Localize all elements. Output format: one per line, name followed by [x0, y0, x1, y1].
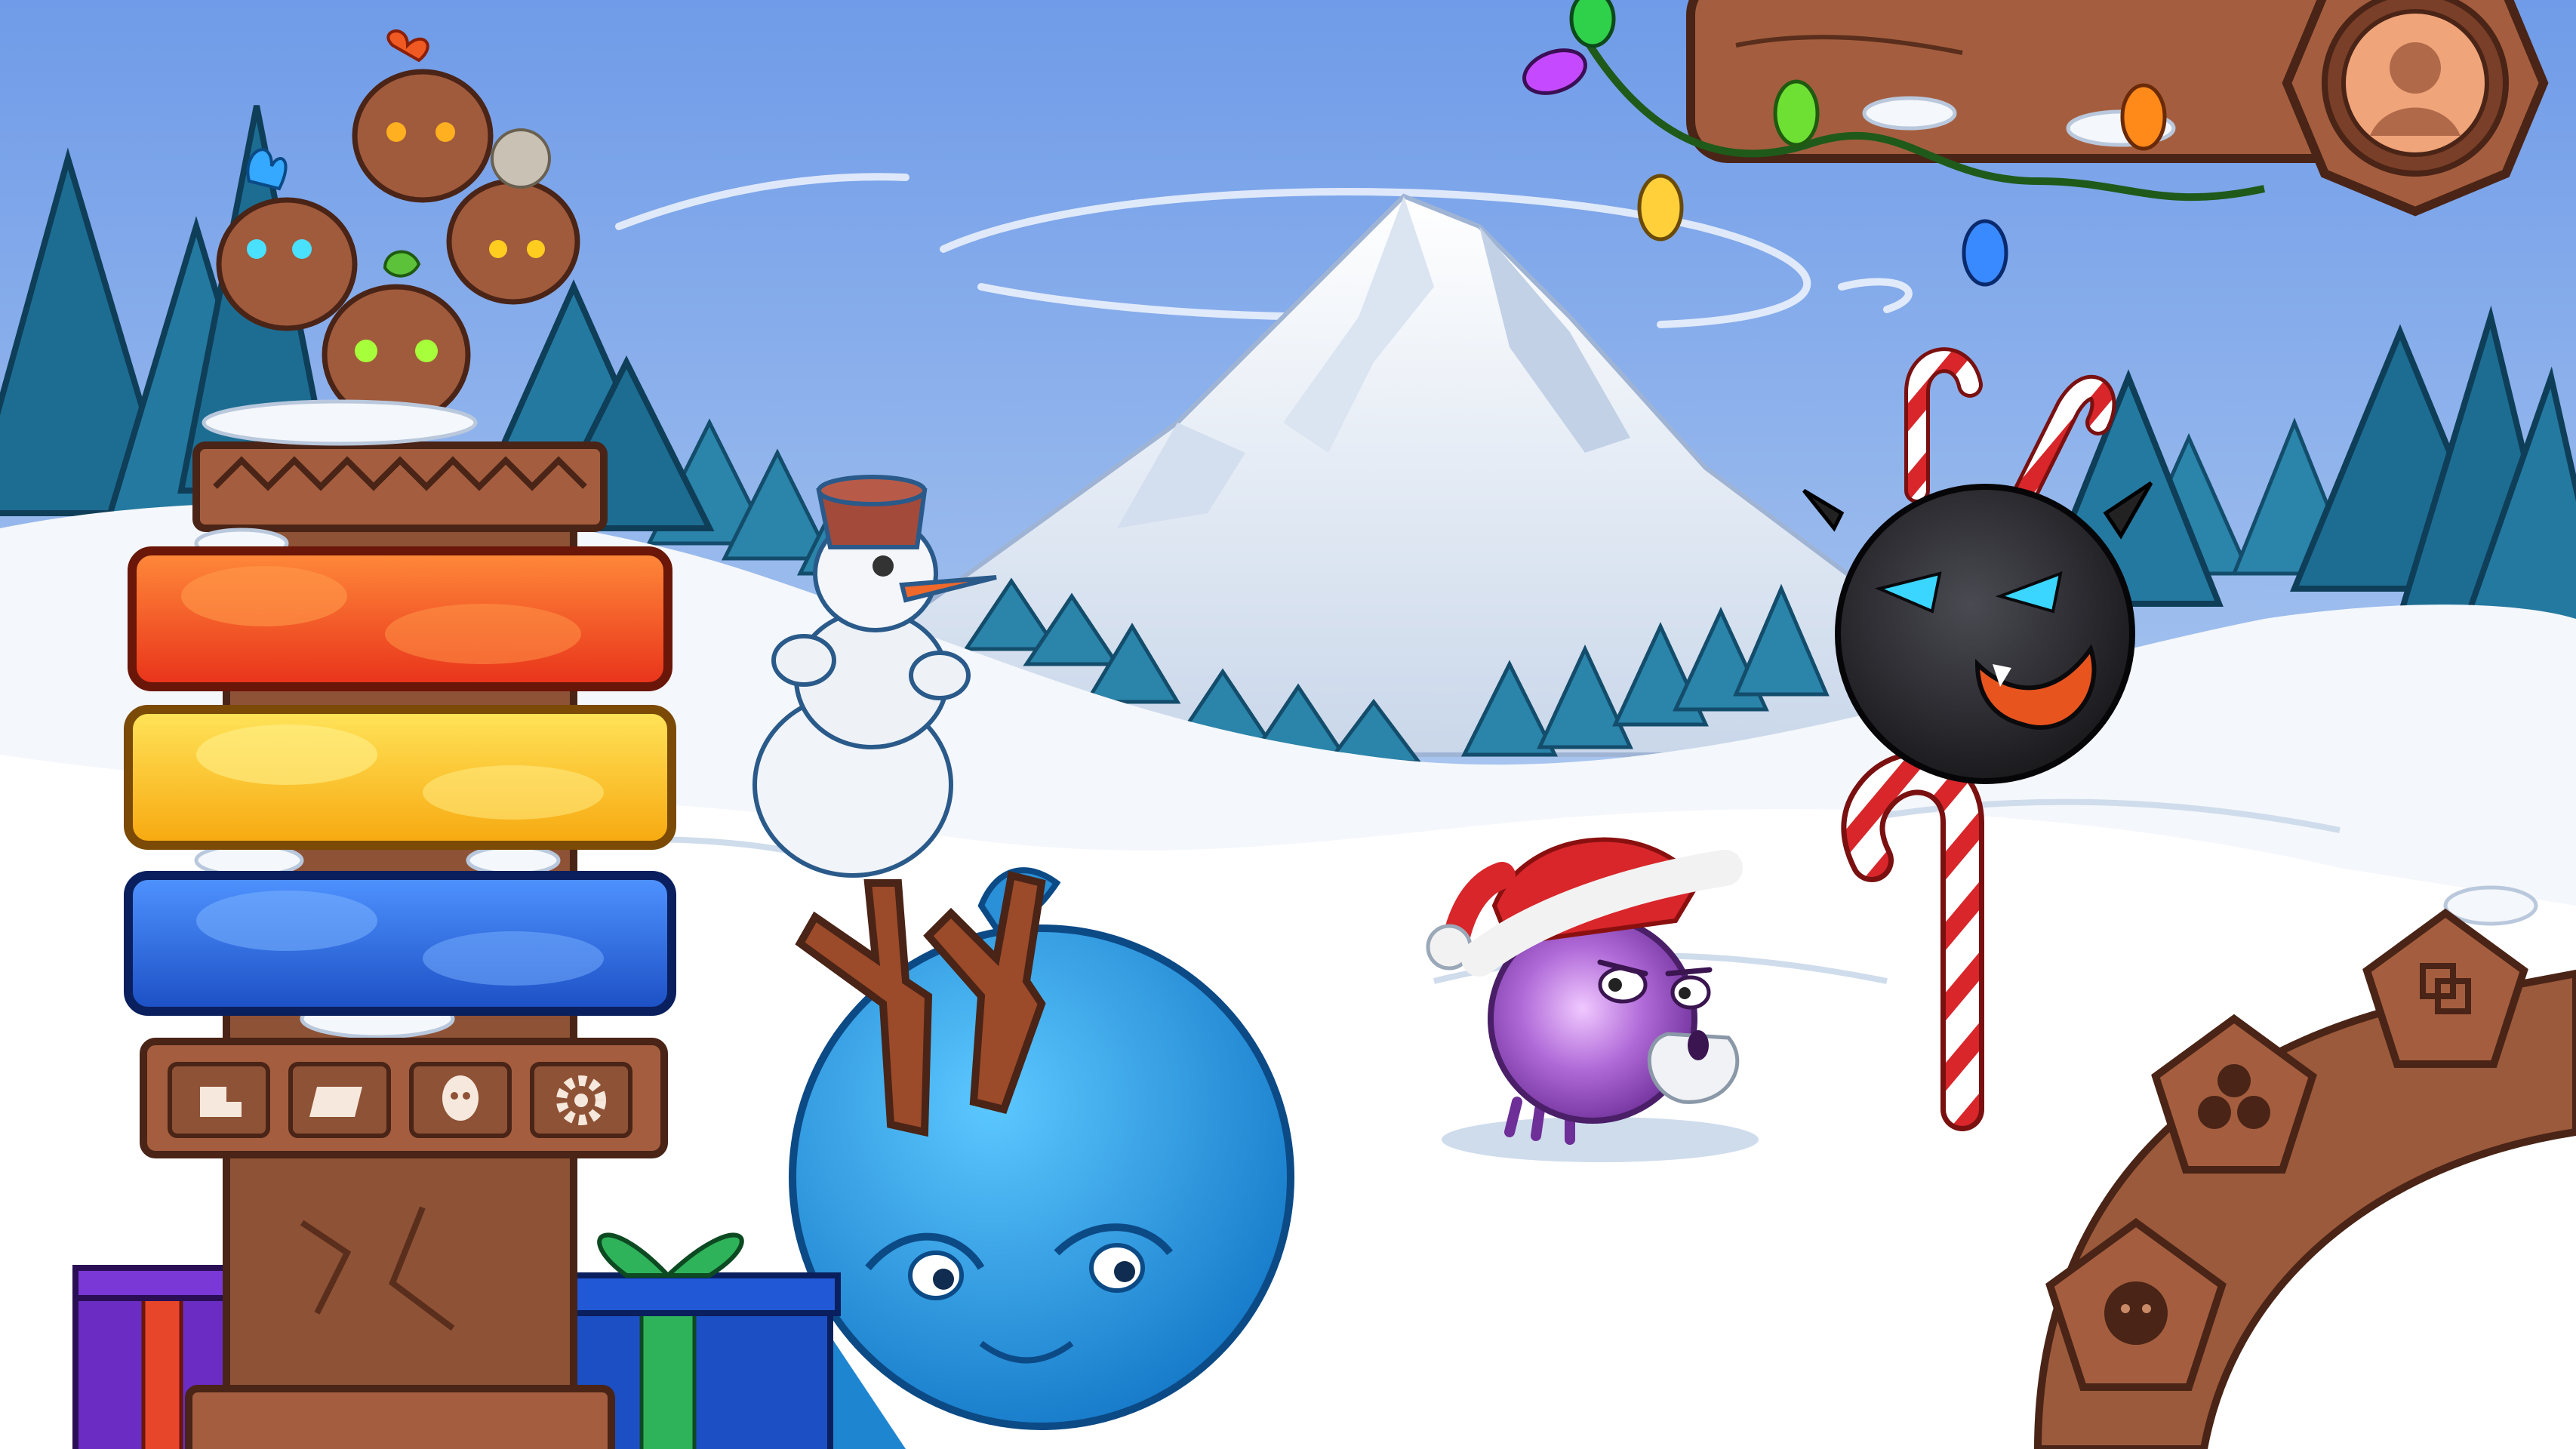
scroll-icon[interactable]: [288, 1062, 391, 1138]
user-silhouette-icon: [2341, 9, 2489, 157]
character-icon[interactable]: [409, 1062, 512, 1138]
menu-button-yellow[interactable]: [124, 705, 676, 850]
home-icon[interactable]: [168, 1062, 270, 1138]
gear-icon[interactable]: [530, 1062, 632, 1138]
game-scene: [0, 0, 2576, 1449]
menu-button-blue[interactable]: [124, 871, 676, 1016]
face-icon: [2104, 1281, 2168, 1345]
menu-button-red[interactable]: [128, 546, 672, 691]
